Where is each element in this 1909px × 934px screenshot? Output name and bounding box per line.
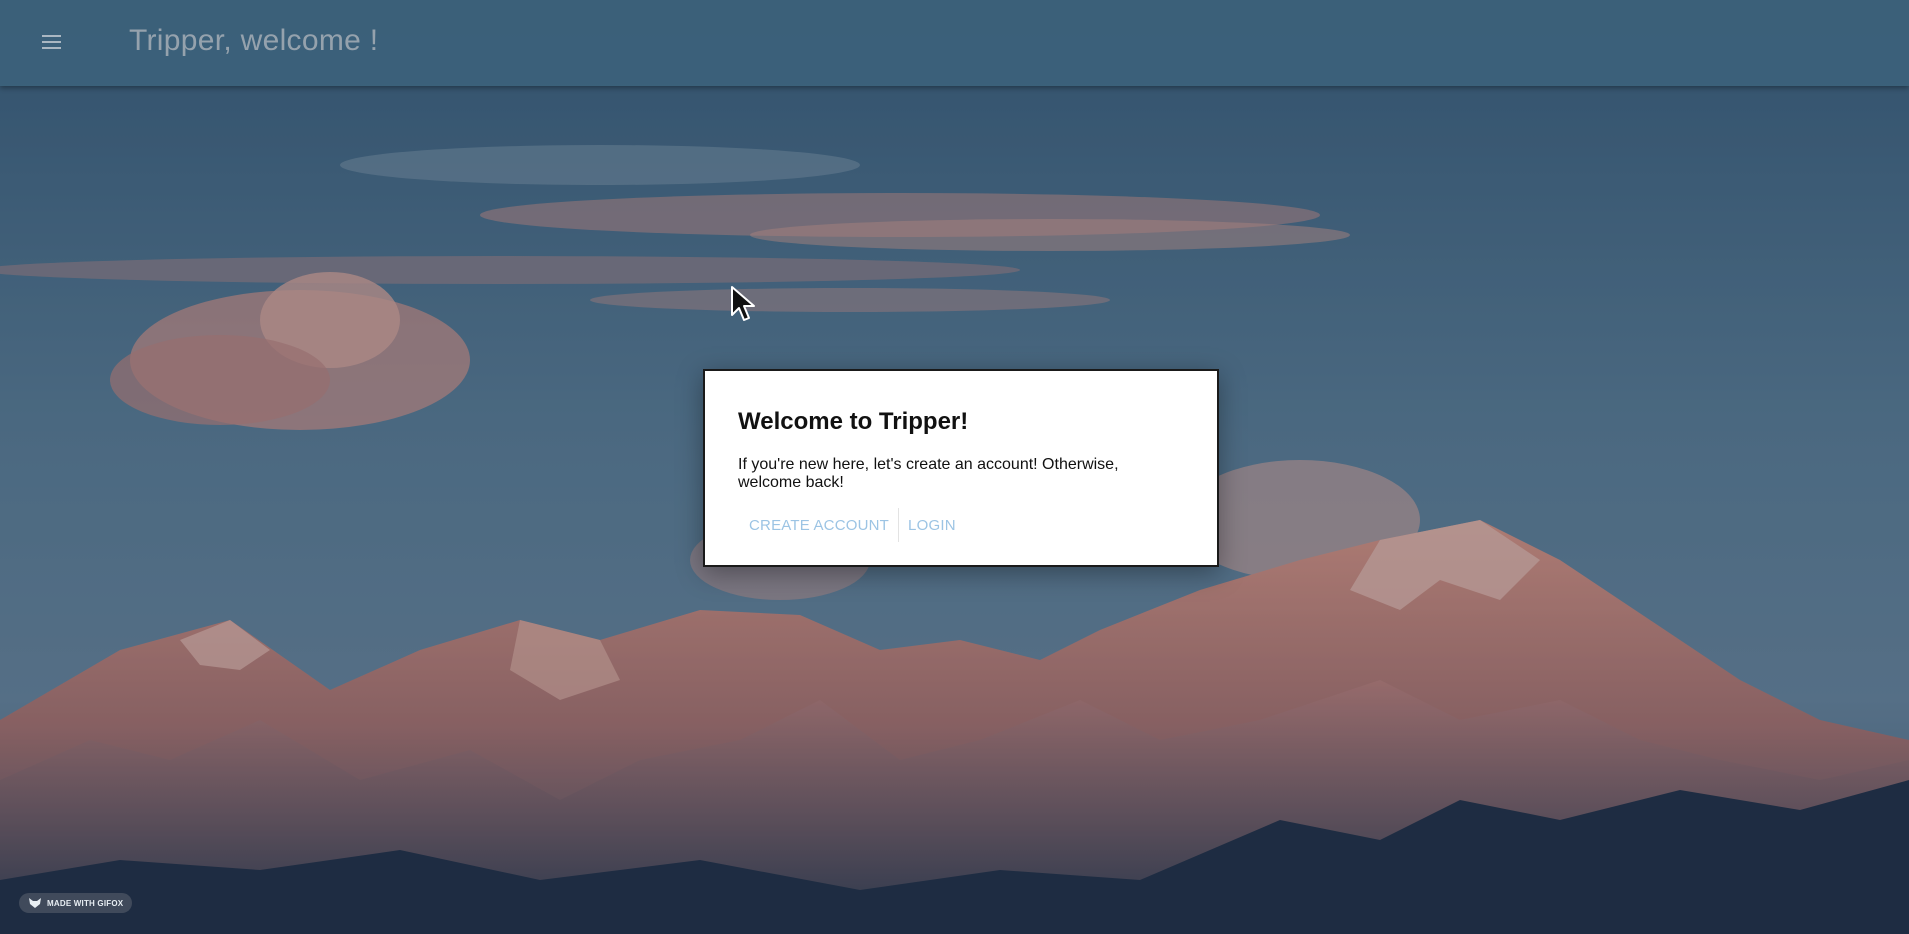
gifox-fox-icon (29, 898, 41, 908)
app-bar: Tripper, welcome ! (0, 0, 1909, 86)
welcome-dialog: Welcome to Tripper! If you're new here, … (703, 369, 1219, 567)
login-button[interactable]: Login (900, 511, 964, 540)
made-with-gifox-badge[interactable]: MADE WITH GIFOX (19, 893, 132, 913)
dialog-actions: Create Account Login (741, 508, 964, 542)
create-account-button[interactable]: Create Account (741, 511, 897, 540)
action-divider (898, 508, 900, 542)
hamburger-menu-icon[interactable] (38, 28, 66, 56)
dialog-title: Welcome to Tripper! (738, 408, 969, 435)
mouse-pointer-icon (730, 285, 756, 328)
page-title: Tripper, welcome ! (129, 24, 379, 57)
dialog-message: If you're new here, let's create an acco… (738, 456, 1119, 491)
badge-label: MADE WITH GIFOX (47, 898, 124, 908)
